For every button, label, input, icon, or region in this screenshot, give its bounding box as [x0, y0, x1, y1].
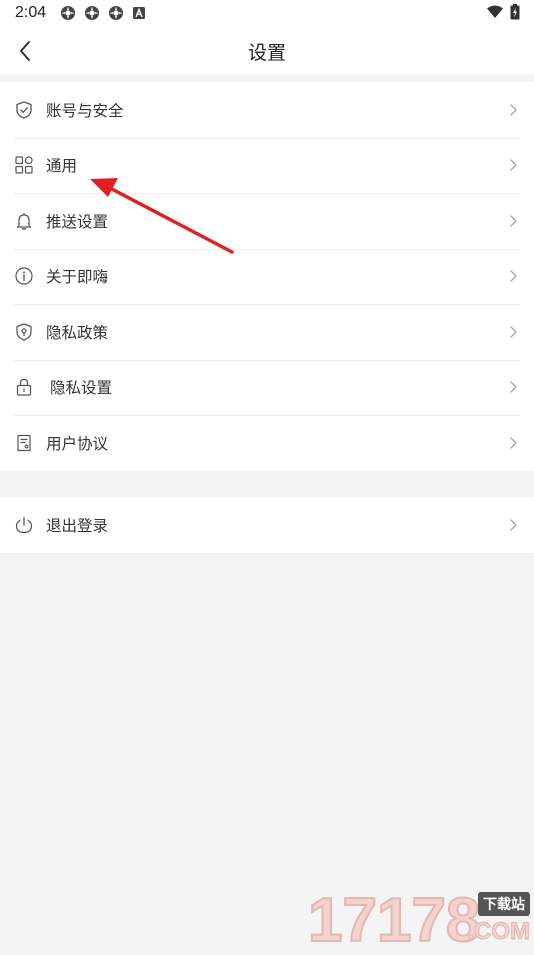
status-system-icons	[486, 4, 520, 20]
watermark-domain: .COM	[467, 918, 531, 946]
document-icon	[14, 433, 34, 453]
menu-item-label: 用户协议	[46, 434, 109, 453]
settings-group-main: 账号与安全 通用 推送设置 关于即嗨 隐私政策 隐私设置 用户协议	[0, 82, 534, 471]
menu-item-account-security[interactable]: 账号与安全	[0, 82, 534, 138]
chevron-right-icon	[510, 159, 517, 171]
watermark-tag: 下载站	[478, 892, 530, 916]
chevron-right-icon	[510, 270, 517, 282]
status-notification-icons	[60, 5, 146, 21]
chevron-right-icon	[510, 104, 517, 116]
menu-item-label: 隐私设置	[50, 379, 113, 398]
bell-icon	[14, 211, 34, 231]
chevron-right-icon	[510, 215, 517, 227]
watermark-logo: 17178 下载站 .COM	[307, 886, 534, 955]
menu-item-privacy-settings[interactable]: 隐私设置	[0, 359, 534, 416]
chevron-right-icon	[510, 326, 517, 338]
menu-item-label: 通用	[46, 157, 78, 176]
menu-item-label: 推送设置	[46, 212, 109, 231]
menu-item-label: 关于即嗨	[46, 268, 109, 287]
menu-item-logout[interactable]: 退出登录	[0, 497, 534, 553]
chevron-right-icon	[510, 437, 517, 449]
privacy-shield-icon	[14, 322, 34, 342]
settings-gear-icon	[61, 6, 75, 20]
settings-gear-icon	[85, 6, 99, 20]
wifi-icon	[487, 5, 503, 18]
info-icon	[14, 266, 34, 286]
power-icon	[14, 515, 34, 535]
settings-gear-icon	[109, 6, 123, 20]
menu-item-label: 隐私政策	[46, 323, 109, 342]
menu-item-label: 退出登录	[46, 516, 109, 535]
menu-item-user-agreement[interactable]: 用户协议	[0, 415, 534, 471]
shield-check-icon	[14, 100, 34, 120]
watermark-digits: 17178	[307, 886, 481, 955]
menu-item-label: 账号与安全	[46, 101, 124, 120]
a-badge-icon	[133, 7, 145, 19]
menu-item-privacy-policy[interactable]: 隐私政策	[0, 304, 534, 360]
chevron-right-icon	[510, 381, 517, 393]
chevron-right-icon	[510, 519, 517, 531]
lock-icon	[14, 377, 34, 397]
page-title: 设置	[247, 42, 286, 64]
status-time: 2:04	[15, 4, 47, 21]
battery-charging-icon	[510, 4, 520, 20]
status-bar: 2:04	[0, 0, 534, 28]
grid-icon	[14, 155, 34, 175]
menu-item-push-settings[interactable]: 推送设置	[0, 193, 534, 249]
menu-item-general[interactable]: 通用	[0, 137, 534, 194]
settings-group-logout: 退出登录	[0, 497, 534, 553]
menu-item-about[interactable]: 关于即嗨	[0, 248, 534, 305]
nav-bar: 设置	[0, 28, 534, 74]
